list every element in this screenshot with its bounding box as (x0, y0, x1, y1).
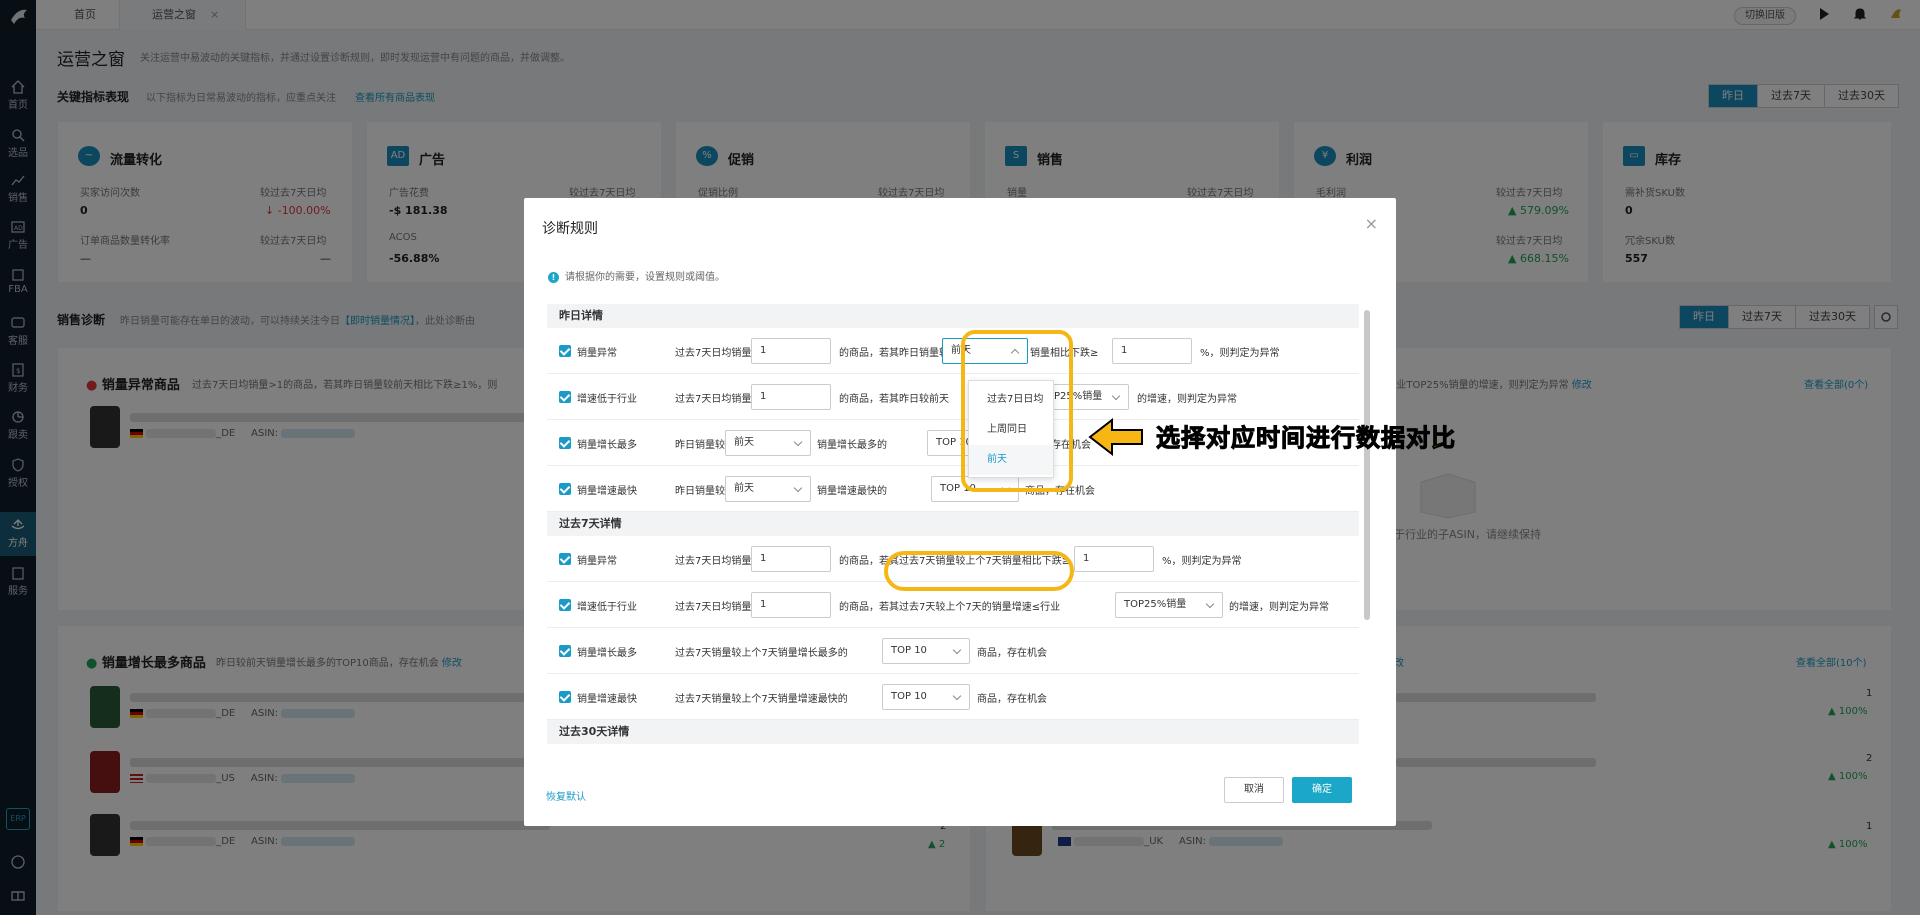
rule-text: 过去7天日均销量> (675, 556, 760, 567)
avg-sales-threshold-input[interactable]: 1 (751, 546, 831, 572)
rule-name: 增速低于行业 (577, 602, 637, 613)
rules-scrollbar[interactable] (1364, 310, 1370, 620)
rule-checkbox[interactable] (559, 345, 571, 357)
section-yesterday: 昨日详情 (547, 304, 1359, 328)
rule-name: 销量增速最快 (577, 486, 637, 497)
drop-pct-input[interactable]: 1 (1112, 338, 1192, 364)
rule-text: 过去7天日均销量> (675, 348, 760, 359)
rule-name: 销量异常 (577, 348, 617, 359)
callout-text: 选择对应时间进行数据对比 (1156, 424, 1456, 453)
avg-sales-threshold-input[interactable]: 1 (751, 592, 831, 618)
rule-row-7days-fastest-growth: 销量增速最快 过去7天销量较上个7天销量增速最快的 TOP 10 商品，存在机会 (547, 674, 1359, 720)
rule-text: 销量增速最快的 (817, 486, 887, 497)
dialog-title: 诊断规则 (542, 221, 598, 237)
rule-row-7days-top-growth: 销量增长最多 过去7天销量较上个7天销量增长最多的 TOP 10 商品，存在机会 (547, 628, 1359, 674)
rule-row-yesterday-fastest-growth: 销量增速最快 昨日销量较 前天 销量增速最快的 TOP 10 商品，存在机会 (547, 466, 1359, 512)
rule-checkbox[interactable] (559, 645, 571, 657)
rule-text: 过去7天日均销量> (675, 394, 760, 405)
rule-checkbox[interactable] (559, 553, 571, 565)
highlight-dropdown-annotation (961, 330, 1073, 492)
rule-checkbox[interactable] (559, 391, 571, 403)
hint-text: 请根据你的需要，设置规则或阈值。 (565, 272, 725, 283)
rule-text: 昨日销量较 (675, 486, 725, 497)
rule-text: 的增速，则判定为异常 (1137, 394, 1237, 405)
compare-period-select[interactable]: 前天 (725, 430, 811, 456)
rule-name: 销量异常 (577, 556, 617, 567)
avg-sales-threshold-input[interactable]: 1 (751, 338, 831, 364)
rule-checkbox[interactable] (559, 599, 571, 611)
rule-text: 的商品，若其昨日较前天 (839, 394, 949, 405)
rule-text: 过去7天销量较上个7天销量增速最快的 (675, 694, 848, 705)
rule-text: 的商品，若其昨日销量较 (839, 348, 949, 359)
rule-text: 的商品，若其过去7天较上个7天的销量增速≤行业 (839, 602, 1061, 613)
rule-text: 过去7天日均销量> (675, 602, 760, 613)
rule-text: 商品，存在机会 (977, 648, 1047, 659)
arrow-left-icon (1088, 418, 1143, 456)
close-icon[interactable]: × (1365, 214, 1378, 233)
diagnosis-rules-dialog: 诊断规则 × ! 请根据你的需要，设置规则或阈值。 昨日详情 销量异常 过去7天日… (524, 198, 1396, 826)
section-7days: 过去7天详情 (547, 512, 1359, 536)
highlight-text-annotation (884, 551, 1074, 591)
top-n-select[interactable]: TOP 10 (882, 638, 970, 664)
rule-name: 销量增速最快 (577, 694, 637, 705)
compare-period-select[interactable]: 前天 (725, 476, 811, 502)
rule-checkbox[interactable] (559, 483, 571, 495)
top-n-select[interactable]: TOP 10 (882, 684, 970, 710)
rule-name: 销量增长最多 (577, 440, 637, 451)
industry-tier-select[interactable]: TOP25%销量 (1115, 592, 1223, 618)
rules-list[interactable]: 昨日详情 销量异常 过去7天日均销量> 1 的商品，若其昨日销量较 前天 销量相… (547, 304, 1359, 754)
rule-checkbox[interactable] (559, 437, 571, 449)
avg-sales-threshold-input[interactable]: 1 (751, 384, 831, 410)
rule-text: 商品，存在机会 (977, 694, 1047, 705)
rule-name: 增速低于行业 (577, 394, 637, 405)
rule-text: 的增速，则判定为异常 (1229, 602, 1329, 613)
rule-text: 销量增长最多的 (817, 440, 887, 451)
drop-pct-input[interactable]: 1 (1074, 546, 1154, 572)
rule-text: 过去7天销量较上个7天销量增长最多的 (675, 648, 848, 659)
rule-text: 昨日销量较 (675, 440, 725, 451)
rule-row-yesterday-abnormal: 销量异常 过去7天日均销量> 1 的商品，若其昨日销量较 前天 销量相比下跌≥ … (547, 328, 1359, 374)
section-30days: 过去30天详情 (547, 720, 1359, 744)
info-icon: ! (548, 272, 559, 283)
restore-default-link[interactable]: 恢复默认 (546, 788, 586, 803)
rule-text: %，则判定为异常 (1162, 556, 1242, 567)
confirm-button[interactable]: 确定 (1292, 777, 1352, 803)
rule-text: %，则判定为异常 (1200, 348, 1280, 359)
rule-checkbox[interactable] (559, 691, 571, 703)
cancel-button[interactable]: 取消 (1224, 777, 1284, 803)
rule-name: 销量增长最多 (577, 648, 637, 659)
rule-row-yesterday-below-industry: 增速低于行业 过去7天日均销量> 1 的商品，若其昨日较前天 TOP25%销量 … (547, 374, 1359, 420)
dialog-hint: ! 请根据你的需要，设置规则或阈值。 (548, 268, 725, 283)
